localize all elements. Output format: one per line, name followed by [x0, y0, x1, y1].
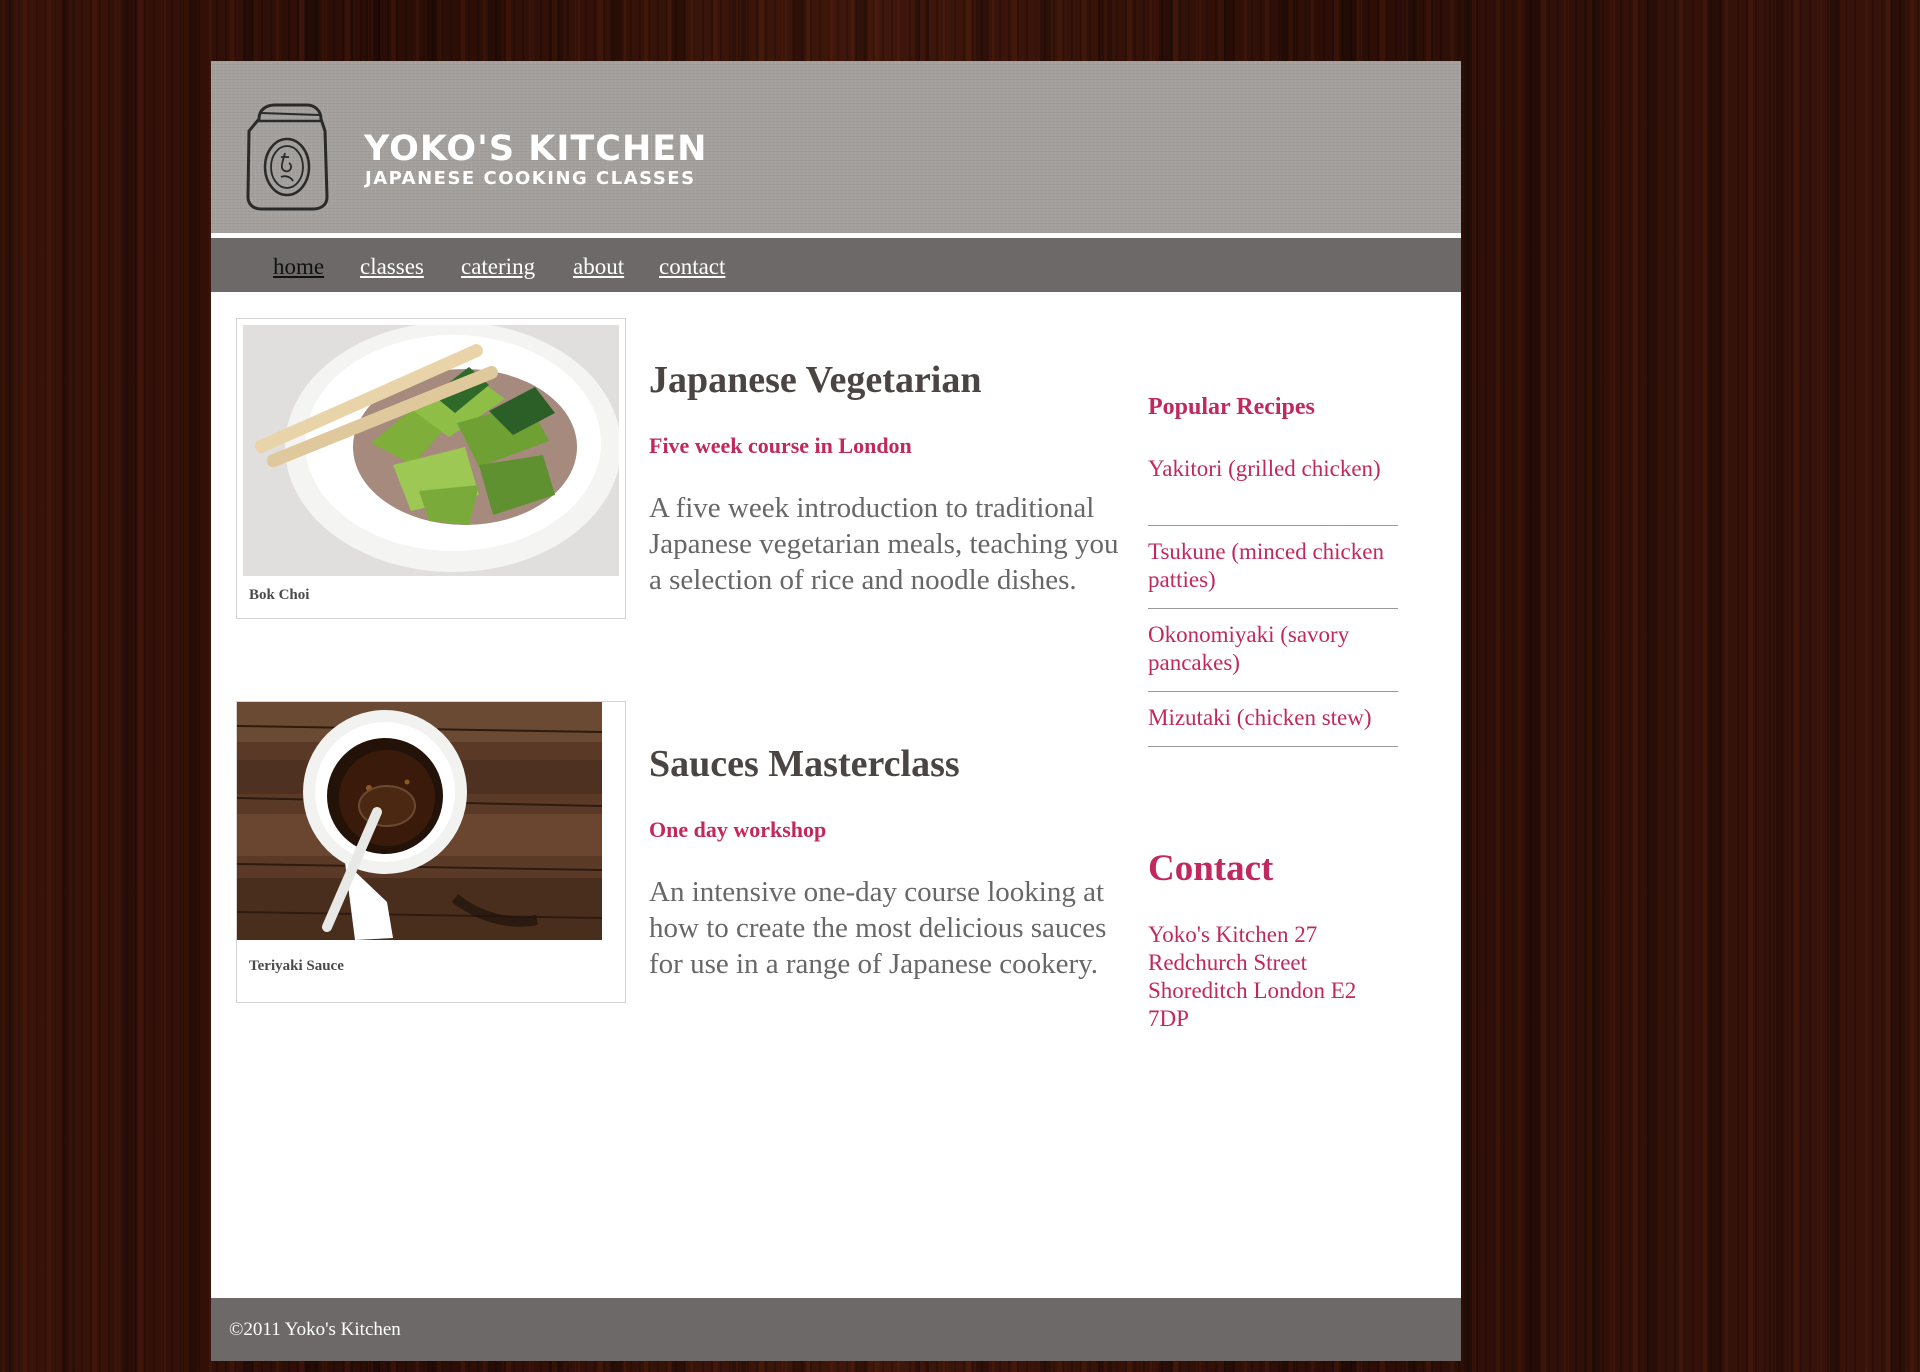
- course-title: Japanese Vegetarian: [649, 359, 982, 401]
- recipe-link[interactable]: Mizutaki (chicken stew): [1148, 704, 1398, 747]
- course-figure: Bok Choi: [236, 318, 626, 619]
- course-subtitle: One day workshop: [649, 817, 827, 842]
- site-subtitle: JAPANESE COOKING CLASSES: [365, 168, 696, 189]
- recipe-link[interactable]: Yakitori (grilled chicken): [1148, 455, 1398, 526]
- course-figure: Teriyaki Sauce: [236, 701, 626, 1003]
- course-description: An intensive one-day course looking at h…: [649, 876, 1107, 980]
- nav-item-home[interactable]: home: [273, 254, 324, 280]
- nav-item-catering[interactable]: catering: [461, 254, 535, 280]
- figure-caption: Teriyaki Sauce: [249, 958, 344, 974]
- page-container: YOKO'S KITCHEN JAPANESE COOKING CLASSES …: [211, 61, 1461, 1361]
- site-header: YOKO'S KITCHEN JAPANESE COOKING CLASSES: [211, 61, 1461, 233]
- course-title: Sauces Masterclass: [649, 743, 960, 785]
- contact-heading: Contact: [1148, 848, 1274, 889]
- copyright-text: ©2011 Yoko's Kitchen: [229, 1319, 401, 1340]
- recipe-link[interactable]: Okonomiyaki (savory pancakes): [1148, 621, 1398, 692]
- contact-address: Yoko's Kitchen 27 Redchurch Street Shore…: [1148, 922, 1357, 1031]
- course-description: A five week introduction to traditional …: [649, 492, 1119, 596]
- figure-caption: Bok Choi: [249, 587, 310, 603]
- bok-choi-image: [243, 325, 619, 576]
- nav-item-about[interactable]: about: [573, 254, 624, 280]
- main-nav: home classes catering about contact: [211, 238, 1461, 292]
- site-footer: ©2011 Yoko's Kitchen: [211, 1298, 1461, 1361]
- jar-icon: [246, 103, 329, 211]
- nav-item-classes[interactable]: classes: [360, 254, 424, 280]
- course-subtitle: Five week course in London: [649, 433, 912, 458]
- recipe-link[interactable]: Tsukune (minced chicken patties): [1148, 538, 1398, 609]
- teriyaki-sauce-image: [237, 702, 602, 940]
- nav-item-contact[interactable]: contact: [659, 254, 725, 280]
- popular-recipes-heading: Popular Recipes: [1148, 394, 1315, 420]
- site-title: YOKO'S KITCHEN: [364, 129, 708, 169]
